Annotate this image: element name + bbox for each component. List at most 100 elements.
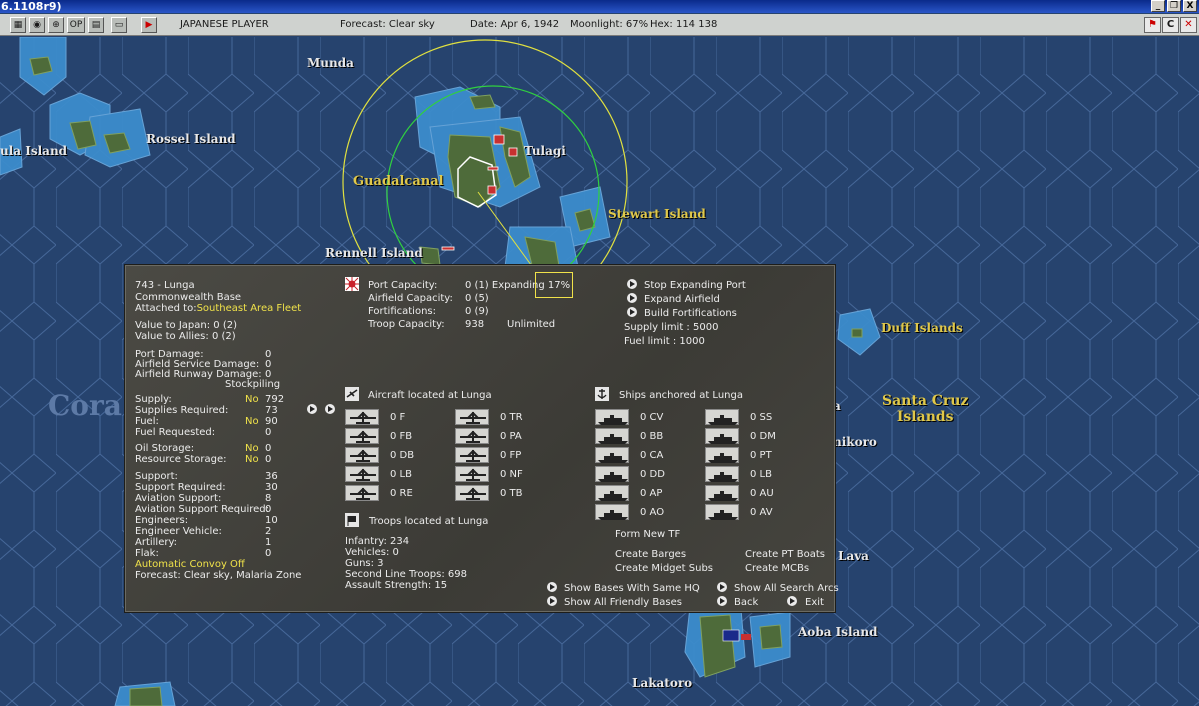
expand-airfield-arrow-icon[interactable] bbox=[627, 293, 637, 303]
play-turn-icon[interactable]: ▶ bbox=[141, 17, 157, 33]
show-all-search-arcs-button[interactable]: Show All Search Arcs bbox=[734, 583, 839, 594]
restore-button[interactable]: ❐ bbox=[1167, 0, 1181, 12]
exit-arrow-icon[interactable] bbox=[787, 596, 797, 606]
ship-icon bbox=[598, 415, 628, 425]
attached-hq-link[interactable]: Southeast Area Fleet bbox=[197, 303, 302, 314]
friendly-bases-arrow-icon[interactable] bbox=[547, 596, 557, 606]
aircraft-count: 0 LB bbox=[390, 469, 412, 480]
oil-storage-value: 0 bbox=[265, 443, 272, 454]
ship-tile[interactable] bbox=[705, 409, 739, 425]
arrow-right-icon[interactable] bbox=[307, 404, 317, 414]
ship-tile[interactable] bbox=[705, 447, 739, 463]
target-icon[interactable]: ⊕ bbox=[48, 17, 64, 33]
aircraft-tile[interactable] bbox=[455, 485, 489, 501]
map-label-lakatoro: Lakatoro bbox=[632, 676, 693, 690]
ship-tile[interactable] bbox=[595, 466, 629, 482]
ship-count: 0 CV bbox=[640, 412, 664, 423]
exit-button[interactable]: Exit bbox=[805, 597, 824, 608]
vehicles-count: Vehicles: 0 bbox=[345, 547, 399, 558]
expand-airfield-button[interactable]: Expand Airfield bbox=[644, 294, 720, 305]
map-label-lava: Lava bbox=[838, 549, 869, 563]
supply-limit: Supply limit : 5000 bbox=[624, 322, 719, 333]
ship-tile[interactable] bbox=[705, 428, 739, 444]
supply-value: 792 bbox=[265, 394, 285, 405]
aircraft-tile[interactable] bbox=[455, 409, 489, 425]
back-button[interactable]: Back bbox=[734, 597, 758, 608]
minimize-button[interactable]: _ bbox=[1151, 0, 1165, 12]
close-game-icon[interactable]: ✕ bbox=[1180, 17, 1197, 33]
ship-tile[interactable] bbox=[705, 466, 739, 482]
globe-icon[interactable]: ◉ bbox=[29, 17, 45, 33]
forecast-label: Forecast: Clear sky bbox=[340, 19, 435, 30]
create-pt-boats-button[interactable]: Create PT Boats bbox=[745, 549, 825, 560]
hex-grid-icon[interactable]: ▦ bbox=[10, 17, 26, 33]
aircraft-tile[interactable] bbox=[345, 428, 379, 444]
aircraft-tile[interactable] bbox=[455, 466, 489, 482]
date-label: Date: Apr 6, 1942 bbox=[470, 19, 560, 30]
fortifications-value: 0 (9) bbox=[465, 306, 489, 317]
show-bases-same-hq-button[interactable]: Show Bases With Same HQ bbox=[564, 583, 700, 594]
search-arcs-arrow-icon[interactable] bbox=[717, 582, 727, 592]
build-fort-arrow-icon[interactable] bbox=[627, 307, 637, 317]
form-new-tf-button[interactable]: Form New TF bbox=[615, 529, 680, 540]
oil-storage-label: Oil Storage: bbox=[135, 443, 195, 454]
show-all-friendly-bases-button[interactable]: Show All Friendly Bases bbox=[564, 597, 682, 608]
ship-tile[interactable] bbox=[595, 447, 629, 463]
ship-count: 0 AU bbox=[750, 488, 774, 499]
top-toolbar: ▦ ◉ ⊕ OP ▤ ▭ ▶ JAPANESE PLAYER Forecast:… bbox=[0, 14, 1199, 36]
supply-stockpile-toggle[interactable]: No bbox=[245, 394, 259, 405]
expansion-highlight-box bbox=[535, 272, 573, 298]
build-fortifications-button[interactable]: Build Fortifications bbox=[644, 308, 737, 319]
troop-capacity-value: 938 bbox=[465, 319, 485, 330]
base-attached: Attached to:Southeast Area Fleet bbox=[135, 303, 301, 314]
hex-label: Hex: 114 138 bbox=[650, 19, 718, 30]
map-label-duff: Duff Islands bbox=[881, 321, 963, 335]
op-report-button[interactable]: OP bbox=[67, 17, 85, 33]
double-arrow-right-icon[interactable] bbox=[325, 404, 335, 414]
map-label-guadalcanal: Guadalcanal bbox=[353, 174, 444, 189]
create-barges-button[interactable]: Create Barges bbox=[615, 549, 686, 560]
stop-expanding-port-button[interactable]: Stop Expanding Port bbox=[644, 280, 746, 291]
aircraft-tile[interactable] bbox=[345, 447, 379, 463]
aircraft-header: Aircraft located at Lunga bbox=[368, 390, 492, 401]
aircraft-tile[interactable] bbox=[455, 428, 489, 444]
stop-port-arrow-icon[interactable] bbox=[627, 279, 637, 289]
ship-icon bbox=[708, 434, 738, 444]
close-button[interactable]: X bbox=[1183, 0, 1197, 12]
chart-icon[interactable]: ▤ bbox=[88, 17, 104, 33]
ship-tile[interactable] bbox=[595, 504, 629, 520]
ship-tile[interactable] bbox=[595, 485, 629, 501]
flag-icon[interactable]: ⚑ bbox=[1144, 17, 1161, 33]
ship-count: 0 CA bbox=[640, 450, 664, 461]
supplies-required-value: 73 bbox=[265, 405, 278, 416]
resource-storage-toggle[interactable]: No bbox=[245, 454, 259, 465]
create-midget-subs-button[interactable]: Create Midget Subs bbox=[615, 563, 713, 574]
same-hq-arrow-icon[interactable] bbox=[547, 582, 557, 592]
aircraft-count: 0 RE bbox=[390, 488, 413, 499]
resource-storage-label: Resource Storage: bbox=[135, 454, 227, 465]
troops-flag-icon bbox=[345, 513, 359, 527]
create-mcbs-button[interactable]: Create MCBs bbox=[745, 563, 809, 574]
forecast-line: Forecast: Clear sky, Malaria Zone bbox=[135, 570, 302, 581]
aircraft-tile[interactable] bbox=[345, 409, 379, 425]
c-button[interactable]: C bbox=[1162, 17, 1179, 33]
aircraft-tile[interactable] bbox=[455, 447, 489, 463]
fuel-stockpile-toggle[interactable]: No bbox=[245, 416, 259, 427]
oil-storage-toggle[interactable]: No bbox=[245, 443, 259, 454]
aircraft-tile[interactable] bbox=[345, 466, 379, 482]
base-name: 743 - Lunga bbox=[135, 280, 195, 291]
ship-tile[interactable] bbox=[595, 428, 629, 444]
screen-icon[interactable]: ▭ bbox=[111, 17, 127, 33]
back-arrow-icon[interactable] bbox=[717, 596, 727, 606]
ship-count: 0 AO bbox=[640, 507, 665, 518]
attached-label: Attached to: bbox=[135, 303, 197, 314]
auto-convoy-toggle[interactable]: Automatic Convoy Off bbox=[135, 559, 245, 570]
aircraft-tile[interactable] bbox=[345, 485, 379, 501]
engineers-value: 10 bbox=[265, 515, 278, 526]
flak-value: 0 bbox=[265, 548, 272, 559]
aircraft-count: 0 TB bbox=[500, 488, 523, 499]
ship-tile[interactable] bbox=[705, 485, 739, 501]
ship-tile[interactable] bbox=[595, 409, 629, 425]
ship-tile[interactable] bbox=[705, 504, 739, 520]
fuel-requested-label: Fuel Requested: bbox=[135, 427, 216, 438]
